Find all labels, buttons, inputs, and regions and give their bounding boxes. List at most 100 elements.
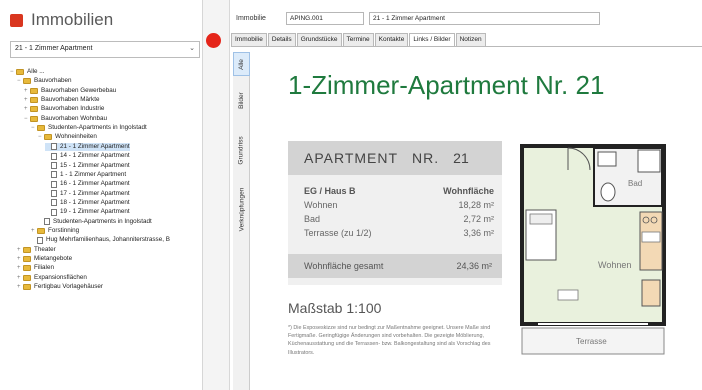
tree-node[interactable]: 1 - 1 Zimmer Apartment (45, 171, 126, 179)
panel-title: Immobilien (31, 10, 114, 29)
expand-toggle-icon[interactable]: + (31, 227, 36, 235)
area-row-label: Bad (304, 214, 321, 224)
property-name-field[interactable]: 21 - 1 Zimmer Apartment (369, 12, 600, 25)
vtab-grundriss[interactable]: Grundriss (233, 124, 250, 176)
vtab-label: Grundriss (238, 135, 245, 165)
tab-details[interactable]: Details (267, 33, 296, 47)
plan-toilet (600, 182, 616, 202)
tab-grundstücke[interactable]: Grundstücke (296, 33, 342, 47)
chevron-down-icon[interactable]: ⌄ (189, 44, 195, 52)
expand-toggle-icon[interactable]: + (17, 264, 22, 272)
document-icon (51, 162, 57, 169)
tree-node[interactable]: − Wohneinheiten (38, 133, 97, 141)
panel-header: Immobilien (10, 8, 113, 32)
tree-node[interactable]: + Theater (17, 246, 56, 254)
tab-notizen[interactable]: Notizen (455, 33, 486, 47)
property-select-value: 21 - 1 Zimmer Apartment (15, 45, 93, 52)
tab-divider (231, 46, 702, 47)
folder-icon (23, 256, 31, 262)
tree-node-label: Theater (34, 245, 56, 253)
property-select[interactable]: 21 - 1 Zimmer Apartment ⌄ (10, 41, 200, 58)
tree-node-label: Bauvorhaben Märkte (41, 96, 100, 104)
folder-icon (37, 125, 45, 132)
expand-toggle-icon[interactable]: + (17, 283, 22, 291)
tree-node[interactable]: + Bauvorhaben Gewerbebau (24, 87, 116, 95)
area-total-label: Wohnfläche gesamt (304, 261, 384, 271)
property-label: Immobilie (236, 15, 266, 22)
tree-node[interactable]: − Bauvorhaben (17, 77, 71, 85)
card-number: 21 (453, 150, 469, 166)
tree-node[interactable]: + Forstinning (31, 227, 79, 235)
tab-immobilie[interactable]: Immobilie (231, 33, 267, 47)
tree-node[interactable]: + Filialen (17, 264, 54, 272)
expand-toggle-icon[interactable]: − (10, 68, 15, 76)
tree-node[interactable]: 16 - 1 Zimmer Apartment (45, 180, 130, 188)
document-title: 1-Zimmer-Apartment Nr. 21 (288, 70, 605, 100)
document-icon (44, 218, 50, 226)
area-column-header: Wohnfläche (443, 186, 494, 196)
area-row-label: Wohnen (304, 200, 338, 210)
tree-node[interactable]: + Expansionsflächen (17, 274, 87, 282)
vtab-bilder[interactable]: Bilder (233, 78, 250, 122)
folder-icon (23, 274, 31, 281)
tree-node[interactable]: 21 - 1 Zimmer Apartment (45, 142, 130, 151)
tree-node[interactable]: 19 - 1 Zimmer Apartment (45, 208, 130, 216)
tree-node[interactable]: − Studenten-Apartments in Ingolstadt (31, 124, 147, 132)
area-row: Wohnen 18,28 m² (304, 200, 494, 210)
expand-toggle-icon[interactable]: − (24, 115, 29, 123)
disclaimer-note: *) Die Exposeskizze sind nur bedingt zur… (288, 325, 491, 356)
plan-table (641, 279, 661, 307)
tab-kontakte[interactable]: Kontakte (374, 33, 409, 47)
area-row-value: 2,72 m² (463, 214, 494, 224)
document-icon (51, 208, 57, 216)
document-icon (37, 236, 43, 244)
folder-icon (16, 69, 24, 75)
tree-node[interactable]: Hug Mehrfamilienhaus, Johanniterstrasse,… (31, 236, 170, 244)
area-row-value: 18,28 m² (458, 200, 494, 210)
expand-toggle-icon[interactable]: + (24, 87, 29, 95)
tree-node[interactable]: 18 - 1 Zimmer Apartment (45, 199, 130, 207)
tree-node[interactable]: Studenten-Apartments in Ingolstadt (38, 218, 152, 226)
tree-node-label: Expansionsflächen (34, 273, 87, 281)
tree-node-label: 19 - 1 Zimmer Apartment (60, 208, 130, 216)
tree-node[interactable]: + Bauvorhaben Märkte (24, 96, 99, 104)
folder-icon (30, 87, 38, 94)
tree-node-label: 17 - 1 Zimmer Apartment (60, 189, 130, 197)
expand-toggle-icon[interactable]: − (31, 124, 36, 132)
tree-node[interactable]: 17 - 1 Zimmer Apartment (45, 190, 130, 198)
expand-toggle-icon[interactable]: + (24, 105, 29, 113)
expand-toggle-icon[interactable]: + (17, 246, 22, 254)
vtab-label: Verknüpfungen (238, 187, 246, 231)
tree-node-label: Bauvorhaben Industrie (41, 105, 105, 113)
tree-node[interactable]: + Mietangebote (17, 255, 72, 263)
tab-termine[interactable]: Termine (342, 33, 374, 47)
vtab-alle[interactable]: Alle (233, 52, 250, 76)
area-row: Terrasse (zu 1/2) 3,36 m² (304, 228, 494, 238)
document-icon (51, 199, 57, 207)
card-nr-label: NR. (412, 150, 440, 166)
tree-node[interactable]: + Bauvorhaben Industrie (24, 105, 104, 113)
tree-node[interactable]: 15 - 1 Zimmer Apartment (45, 162, 130, 170)
folder-icon (23, 78, 31, 85)
floor-label: EG / Haus B (304, 186, 356, 196)
tree-node[interactable]: − Alle ... (10, 68, 45, 76)
folder-icon (23, 265, 31, 272)
floor-plan: Bad Wohnen Terrasse (520, 144, 666, 355)
expand-toggle-icon[interactable]: + (24, 96, 29, 104)
expand-toggle-icon[interactable]: − (38, 133, 43, 141)
tree-node[interactable]: − Bauvorhaben Wohnbau (24, 115, 107, 123)
expand-toggle-icon[interactable]: + (17, 274, 22, 282)
expand-toggle-icon[interactable]: + (17, 255, 22, 263)
tree-node-label: Mietangebote (34, 255, 73, 262)
vtab-label: Alle (238, 58, 245, 70)
expand-toggle-icon[interactable]: − (17, 77, 22, 85)
document-icon (51, 143, 57, 151)
tab-links-bilder[interactable]: Links / Bilder (409, 33, 455, 47)
property-id-field[interactable]: APING.001 (286, 12, 364, 25)
panel-splitter[interactable] (203, 0, 230, 390)
plan-label-terrace: Terrasse (576, 337, 607, 346)
tree-node[interactable]: 14 - 1 Zimmer Apartment (45, 152, 130, 160)
tree-node[interactable]: + Fertigbau Vorlagehäuser (17, 283, 103, 291)
vtab-verknüpfungen[interactable]: Verknüpfungen (233, 178, 250, 240)
tree-node-label: Wohneinheiten (55, 133, 97, 141)
